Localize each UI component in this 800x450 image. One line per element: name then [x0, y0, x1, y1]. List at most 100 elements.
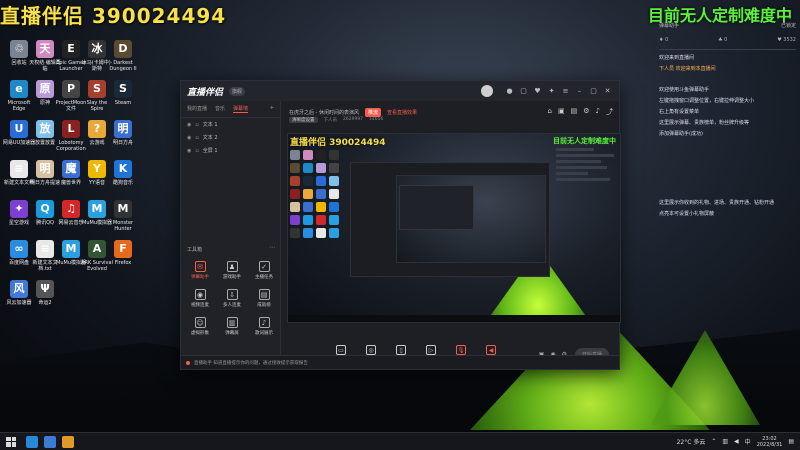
chat-message: 这里展示弹幕、贵族榜单，粉丝牌升级等: [659, 120, 750, 126]
desktop-icon-image: P: [62, 80, 80, 98]
shirt-icon[interactable]: ✦: [546, 87, 557, 95]
notification-icon[interactable]: ♪: [596, 107, 600, 117]
desktop-icon[interactable]: S Steam: [106, 80, 140, 106]
stream-tag[interactable]: 推流: [365, 107, 382, 117]
desktop-icon-image: 风: [10, 280, 28, 298]
preview-desktop-icon: [316, 163, 326, 173]
tool-label: 成就榜: [257, 303, 271, 308]
gift-icon[interactable]: ♥: [532, 87, 543, 95]
lock-icon[interactable]: ▫: [195, 122, 198, 128]
toolbox-item[interactable]: ⇩ 多人连麦: [219, 289, 245, 308]
scene-list: ◉ ▫ 文本 1 ◉ ▫ 文本 2 ◉ ▫ 全屏 1: [181, 118, 280, 157]
maximize-icon[interactable]: ▢: [588, 87, 599, 95]
preview-desktop-icon: [329, 163, 339, 173]
eye-icon[interactable]: ◉: [187, 122, 191, 128]
toolbox-item[interactable]: ▤ 成就榜: [251, 289, 277, 308]
chat-message: 添加弹幕助手(成功): [659, 131, 703, 137]
stream-preview-link[interactable]: 查看直播效果: [387, 109, 417, 116]
desktop-icon[interactable]: 明明日方舟: [106, 120, 140, 146]
scene-tab[interactable]: 弹幕墙: [233, 105, 249, 113]
toolbox-item[interactable]: ▥ 弹幕屏: [219, 317, 245, 336]
chat-message: 左键拖拽窗口调整位置，右键拉伸调整大小: [659, 98, 755, 104]
add-scene-icon[interactable]: +: [270, 105, 274, 113]
toolbox-item[interactable]: ✉ 弹幕助手: [187, 261, 213, 280]
save-icon[interactable]: ▣: [558, 107, 565, 117]
folder-icon[interactable]: ▤: [571, 107, 578, 117]
live-companion-taskbar-icon[interactable]: [62, 435, 74, 448]
volume-icon[interactable]: ◀: [734, 438, 739, 445]
live-companion-window[interactable]: 直播伴侣 旗舰 ● ▢ ♥ ✦ ≡ – ▢ ✕ 我的直播 音乐 弹幕墙 + ◉ ▫ 文本 …: [180, 80, 621, 370]
chat-lock-status[interactable]: 已锁定: [781, 22, 796, 29]
preview-desktop-icon: [316, 228, 326, 238]
share-icon[interactable]: ⤴: [606, 107, 613, 117]
scene-item[interactable]: ◉ ▫ 全屏 1: [181, 144, 280, 157]
chat-header-title: 弹幕助手: [659, 23, 680, 29]
source-control-icon: ▯: [396, 345, 406, 355]
lock-icon[interactable]: ▫: [195, 135, 198, 141]
quality-chip[interactable]: 清晰度设置: [289, 117, 318, 123]
desktop-icon-image: ≡: [36, 240, 54, 258]
tool-label: 多人连麦: [223, 303, 241, 308]
scene-sidebar: 我的直播 音乐 弹幕墙 + ◉ ▫ 文本 1 ◉ ▫ 文本 2 ◉ ▫ 全屏 1 工具箱 ⋯ ✉ 弹幕助…: [181, 101, 281, 369]
scene-tab[interactable]: 我的直播: [187, 105, 207, 113]
desktop-icon[interactable]: M Monster Hunter: [106, 200, 140, 232]
preview-stream-id: 直播伴侣 390024494: [290, 138, 386, 148]
scene-tab[interactable]: 音乐: [215, 105, 225, 113]
network-icon[interactable]: ▥: [722, 438, 728, 445]
chat-message: 点亮本可设置小礼物屏蔽: [659, 211, 715, 217]
app-titlebar[interactable]: 直播伴侣 旗舰 ● ▢ ♥ ✦ ≡ – ▢ ✕: [181, 81, 619, 101]
scene-item[interactable]: ◉ ▫ 文本 1: [181, 118, 280, 131]
preview-toolbar: ⌂ ▣ ▤ ⚙ ♪ ⤴: [548, 107, 613, 117]
scene-item[interactable]: ◉ ▫ 文本 2: [181, 131, 280, 144]
lock-icon[interactable]: ▫: [195, 148, 198, 154]
toolbox-item[interactable]: ✓ 主播任务: [251, 261, 277, 280]
toolbox-item[interactable]: ☺ 虚拟形象: [187, 317, 213, 336]
toolbox-item[interactable]: ♟ 游戏助手: [219, 261, 245, 280]
desktop-icon-image: ≡: [10, 160, 28, 178]
desktop-icon-image: M: [114, 200, 132, 218]
eye-icon[interactable]: ◉: [187, 148, 191, 154]
source-control-icon: ▭: [336, 345, 346, 355]
desktop-icon[interactable]: Ψ 命运2: [28, 280, 62, 306]
message-icon[interactable]: ▢: [518, 87, 529, 95]
status-text: 直播助手 知道直播提示你的问题，通过接收提示获取报告: [194, 360, 308, 366]
menu-icon[interactable]: ≡: [560, 87, 571, 95]
desktop-icon[interactable]: K 酷狗音乐: [106, 160, 140, 186]
stream-preview[interactable]: 直播伴侣 390024494 目前无人定制难度中: [287, 133, 621, 323]
weather[interactable]: 22°C 多云: [677, 437, 706, 446]
desktop-icon[interactable]: D Darkest Dungeon II: [106, 40, 140, 72]
desktop-icon-label: Monster Hunter: [112, 220, 134, 232]
preview-desktop-icon: [303, 150, 313, 160]
store-icon[interactable]: ⌂: [548, 107, 552, 117]
toolbox-item[interactable]: ◉ 视频连麦: [187, 289, 213, 308]
settings-icon[interactable]: ⚙: [583, 107, 589, 117]
close-icon[interactable]: ✕: [602, 87, 613, 95]
desktop-icon-image: Ψ: [36, 280, 54, 298]
eye-icon[interactable]: ◉: [187, 135, 191, 141]
tool-label: 歌词展示: [255, 331, 273, 336]
edge-taskbar-icon[interactable]: [26, 435, 38, 448]
tool-label: 弹幕屏: [225, 331, 239, 336]
desktop-icon[interactable]: F Firefox: [106, 240, 140, 266]
ime-icon[interactable]: 中: [745, 437, 751, 446]
desktop-icon-label: Firefox: [114, 260, 132, 266]
danmaku-helper-panel[interactable]: 弹幕助手 已锁定 ♦ 0 ♣ 0 ♥ 3532 欢迎来到直播间 下人员 欢迎来到本…: [655, 22, 800, 432]
tool-label: 主播任务: [255, 275, 273, 280]
file-explorer-taskbar-icon[interactable]: [44, 435, 56, 448]
avatar[interactable]: [481, 85, 493, 97]
up-arrow-icon[interactable]: ⌃: [711, 438, 716, 445]
preview-desktop-icon: [290, 202, 300, 212]
start-button[interactable]: [6, 436, 16, 447]
toolbox-more-icon[interactable]: ⋯: [269, 244, 275, 251]
chat-message: 欢迎使用斗鱼弹幕助手: [659, 87, 710, 93]
chat-stat-1: ♦ 0: [659, 37, 669, 43]
toolbox-item[interactable]: ♪ 歌词展示: [251, 317, 277, 336]
tool-icon: ✓: [258, 261, 270, 272]
record-icon[interactable]: ●: [504, 87, 515, 95]
desktop-icon-image: 天: [36, 40, 54, 58]
scene-tabs: 我的直播 音乐 弹幕墙 +: [181, 101, 280, 118]
stream-title[interactable]: 在虎牙之后 - 休闲时间的表演风: [289, 109, 359, 116]
clock[interactable]: 23:02 2022/8/31: [757, 436, 783, 448]
minimize-icon[interactable]: –: [574, 87, 585, 95]
notification-center-icon[interactable]: ▤: [788, 438, 794, 445]
